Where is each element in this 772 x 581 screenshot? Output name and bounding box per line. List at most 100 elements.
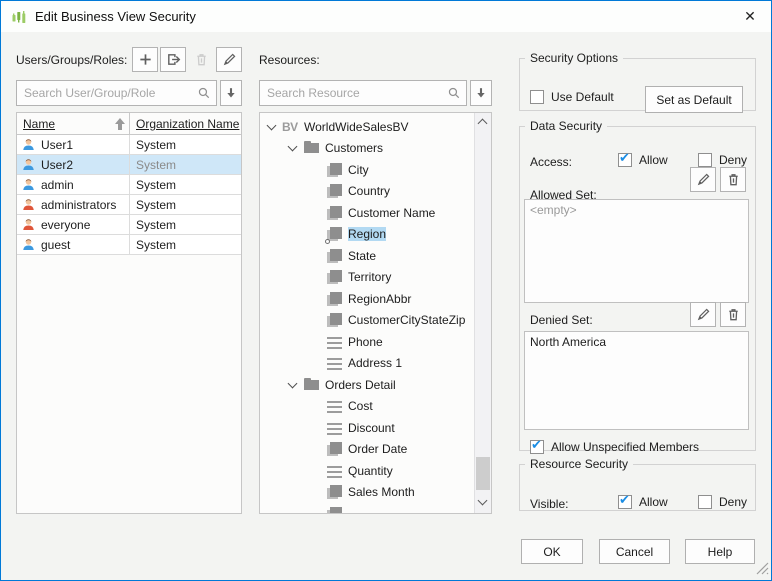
visible-allow-label: Allow <box>639 495 668 509</box>
use-default-checkbox[interactable] <box>530 90 544 104</box>
tree-item[interactable]: CustomerCityStateZip <box>260 310 474 332</box>
chevron-down-icon[interactable] <box>265 120 279 134</box>
table-row[interactable]: guest System <box>17 235 241 255</box>
visible-deny-checkbox[interactable] <box>698 495 712 509</box>
tree-item[interactable]: RegionAbbr <box>260 288 474 310</box>
scroll-up-icon[interactable] <box>475 115 491 131</box>
users-toolbar <box>132 47 242 72</box>
tree-item-icon <box>282 119 299 135</box>
tree-item-icon <box>326 484 343 500</box>
tree-item-icon <box>326 248 343 264</box>
user-organization: System <box>129 155 241 174</box>
tree-item[interactable]: Customers <box>260 138 474 160</box>
edit-denied-set-icon[interactable] <box>690 302 716 327</box>
tree-scrollbar[interactable] <box>474 113 491 513</box>
tree-item-icon <box>326 291 343 307</box>
user-icon <box>21 217 36 232</box>
table-row[interactable]: admin System <box>17 175 241 195</box>
chevron-down-icon[interactable] <box>286 141 300 155</box>
user-organization: System <box>129 175 241 194</box>
tree-item-icon <box>326 506 343 513</box>
allow-unspecified-members-checkbox[interactable] <box>530 440 544 454</box>
tree-item[interactable]: Country <box>260 181 474 203</box>
tree-item[interactable]: Quantity <box>260 460 474 482</box>
resource-search-input[interactable] <box>259 80 467 106</box>
set-as-default-button[interactable]: Set as Default <box>645 86 743 113</box>
edit-icon[interactable] <box>216 47 242 72</box>
user-name: administrators <box>41 198 116 212</box>
scroll-thumb[interactable] <box>476 457 490 490</box>
resource-search-go-button[interactable] <box>470 80 492 106</box>
security-options-title: Security Options <box>525 51 623 65</box>
table-row[interactable]: administrators System <box>17 195 241 215</box>
close-icon[interactable]: ✕ <box>729 1 771 32</box>
tree-item-icon <box>326 312 343 328</box>
clear-denied-set-icon[interactable] <box>720 302 746 327</box>
tree-item-label: Country <box>348 184 390 198</box>
resize-grip[interactable] <box>756 562 769 578</box>
assign-button[interactable] <box>160 47 186 72</box>
table-row[interactable]: everyone System <box>17 215 241 235</box>
tree-item-label: Address 1 <box>348 356 402 370</box>
access-deny-checkbox[interactable] <box>698 153 712 167</box>
tree-item[interactable]: Orders Detail <box>260 374 474 396</box>
tree-item[interactable]: Order Date <box>260 439 474 461</box>
column-header-organization[interactable]: Organization Name <box>129 113 241 134</box>
tree-item-label: Territory <box>348 270 391 284</box>
visible-allow-checkbox[interactable] <box>618 495 632 509</box>
table-row[interactable]: User2 System <box>17 155 241 175</box>
user-search <box>16 80 217 106</box>
table-row[interactable]: User1 System <box>17 135 241 155</box>
clear-allowed-set-icon[interactable] <box>720 167 746 192</box>
user-name: guest <box>41 238 70 252</box>
allowed-set-list[interactable]: <empty> <box>524 199 749 303</box>
tree-item[interactable]: Sales Month <box>260 482 474 504</box>
help-button[interactable]: Help <box>685 539 755 564</box>
add-button[interactable] <box>132 47 158 72</box>
resources-panel: Resources: WorldWideSalesBV Customers C <box>259 45 492 514</box>
column-organization-label: Organization Name <box>136 117 239 131</box>
tree-item-label: Orders Detail <box>325 378 396 392</box>
tree-item-icon <box>326 420 343 436</box>
tree-item[interactable]: Cost <box>260 396 474 418</box>
ok-button[interactable]: OK <box>521 539 583 564</box>
edit-allowed-set-icon[interactable] <box>690 167 716 192</box>
access-allow-checkbox[interactable] <box>618 153 632 167</box>
tree-item[interactable]: WorldWideSalesBV <box>260 116 474 138</box>
tree-item[interactable]: Customer Name <box>260 202 474 224</box>
search-icon <box>197 86 211 103</box>
tree-item[interactable]: State <box>260 245 474 267</box>
tree-item[interactable]: City <box>260 159 474 181</box>
tree-item[interactable]: Territory <box>260 267 474 289</box>
security-options-group: Security Options Use Default Set as Defa… <box>519 51 756 111</box>
resource-search <box>259 80 467 106</box>
resources-tree-list: WorldWideSalesBV Customers City Country … <box>260 113 474 513</box>
tree-item[interactable]: Region <box>260 224 474 246</box>
tree-item-icon <box>326 183 343 199</box>
user-search-go-button[interactable] <box>220 80 242 106</box>
column-header-name[interactable]: Name <box>17 113 129 134</box>
chevron-down-icon[interactable] <box>286 378 300 392</box>
tree-item-label: WorldWideSalesBV <box>304 120 408 134</box>
search-icon <box>447 86 461 103</box>
tree-item[interactable] <box>260 503 474 513</box>
key-badge-icon <box>325 239 330 244</box>
tree-item-icon <box>326 269 343 285</box>
scroll-down-icon[interactable] <box>475 495 491 511</box>
users-panel: Users/Groups/Roles: <box>16 45 242 514</box>
access-allow-label: Allow <box>639 153 668 167</box>
title-bar: Edit Business View Security ✕ <box>1 1 771 32</box>
denied-set-list[interactable]: North America <box>524 331 749 430</box>
cancel-button[interactable]: Cancel <box>599 539 670 564</box>
tree-item[interactable]: Address 1 <box>260 353 474 375</box>
tree-item-icon <box>303 378 320 394</box>
tree-item[interactable]: Discount <box>260 417 474 439</box>
users-table-body: User1 System User2 System admin System <box>17 135 241 255</box>
app-icon <box>11 9 27 25</box>
delete-icon[interactable] <box>188 47 214 72</box>
user-organization: System <box>129 135 241 154</box>
resources-panel-label: Resources: <box>259 53 320 67</box>
user-icon <box>21 197 36 212</box>
user-search-input[interactable] <box>16 80 217 106</box>
tree-item[interactable]: Phone <box>260 331 474 353</box>
